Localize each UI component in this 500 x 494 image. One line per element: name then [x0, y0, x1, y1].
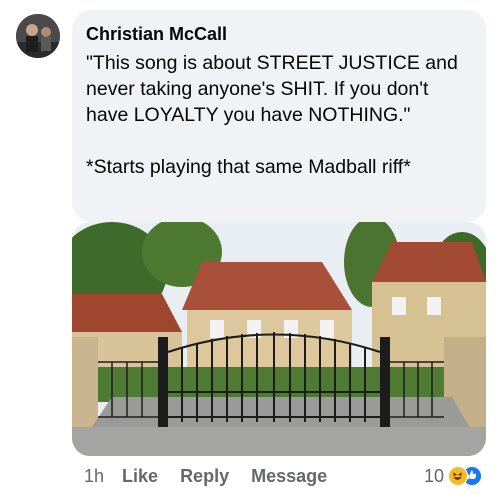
message-button[interactable]: Message: [251, 466, 327, 487]
comment-timestamp[interactable]: 1h: [84, 466, 104, 487]
like-button[interactable]: Like: [122, 466, 158, 487]
avatar[interactable]: [16, 14, 60, 58]
reaction-count: 10: [423, 465, 444, 486]
avatar-image: [16, 14, 60, 58]
comment-author[interactable]: Christian McCall: [86, 22, 472, 46]
reaction-summary[interactable]: 10: [424, 462, 482, 490]
gated-houses-photo: [72, 222, 486, 456]
comment-bubble: Christian McCall "This song is about STR…: [72, 10, 486, 222]
haha-icon: [448, 466, 468, 486]
comment-image[interactable]: [72, 222, 486, 456]
comment-actions: 1h Like Reply Message 10: [84, 462, 494, 490]
comment-text: "This song is about STREET JUSTICE and n…: [86, 52, 458, 178]
reply-button[interactable]: Reply: [180, 466, 229, 487]
